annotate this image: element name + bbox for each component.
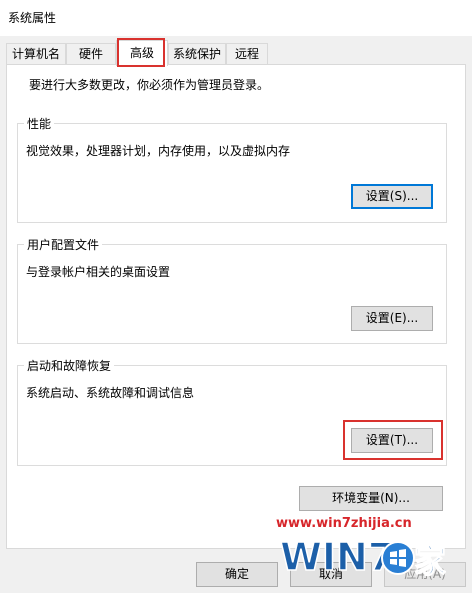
advanced-tab-highlight-box bbox=[117, 38, 165, 67]
performance-description: 视觉效果，处理器计划，内存使用，以及虚拟内存 bbox=[26, 144, 291, 158]
logo-text: WIN7 bbox=[280, 535, 394, 579]
watermark-url: www.win7zhijia.cn bbox=[276, 516, 412, 531]
user-profiles-legend: 用户配置文件 bbox=[24, 236, 103, 253]
user-profiles-group: 用户配置文件 与登录帐户相关的桌面设置 设置(E)... bbox=[17, 236, 447, 344]
tab-computer-name[interactable]: 计算机名 bbox=[6, 43, 66, 64]
performance-settings-button[interactable]: 设置(S)... bbox=[351, 184, 433, 209]
startup-recovery-description: 系统启动、系统故障和调试信息 bbox=[26, 386, 195, 400]
advanced-tab-panel: 要进行大多数更改，你必须作为管理员登录。 性能 视觉效果，处理器计划，内存使用，… bbox=[6, 64, 466, 549]
tab-remote[interactable]: 远程 bbox=[226, 43, 268, 64]
performance-group: 性能 视觉效果，处理器计划，内存使用，以及虚拟内存 设置(S)... bbox=[17, 115, 447, 223]
user-profiles-description: 与登录帐户相关的桌面设置 bbox=[26, 265, 171, 279]
system-properties-window: 系统属性 计算机名 硬件 高级 系统保护 远程 要进行大多数更改，你必须作为管理… bbox=[0, 0, 472, 593]
ok-button[interactable]: 确定 bbox=[196, 562, 278, 587]
win7-logo-icon: WIN7 家 bbox=[279, 534, 446, 580]
tab-system-protection[interactable]: 系统保护 bbox=[168, 43, 226, 64]
environment-variables-button[interactable]: 环境变量(N)... bbox=[299, 486, 443, 511]
startup-recovery-legend: 启动和故障恢复 bbox=[24, 357, 115, 374]
startup-settings-highlight-box bbox=[343, 420, 443, 460]
logo-globe bbox=[381, 541, 415, 575]
title-bar: 系统属性 bbox=[0, 0, 472, 36]
window-title: 系统属性 bbox=[8, 11, 57, 25]
admin-notice: 要进行大多数更改，你必须作为管理员登录。 bbox=[29, 78, 270, 92]
tab-hardware[interactable]: 硬件 bbox=[66, 43, 116, 64]
user-profiles-settings-button[interactable]: 设置(E)... bbox=[351, 306, 433, 331]
performance-legend: 性能 bbox=[24, 115, 55, 132]
watermark-logo: WIN7 家 bbox=[276, 530, 446, 582]
logo-suffix: 家 bbox=[414, 542, 446, 580]
tab-strip: 计算机名 硬件 高级 系统保护 远程 bbox=[6, 40, 466, 66]
